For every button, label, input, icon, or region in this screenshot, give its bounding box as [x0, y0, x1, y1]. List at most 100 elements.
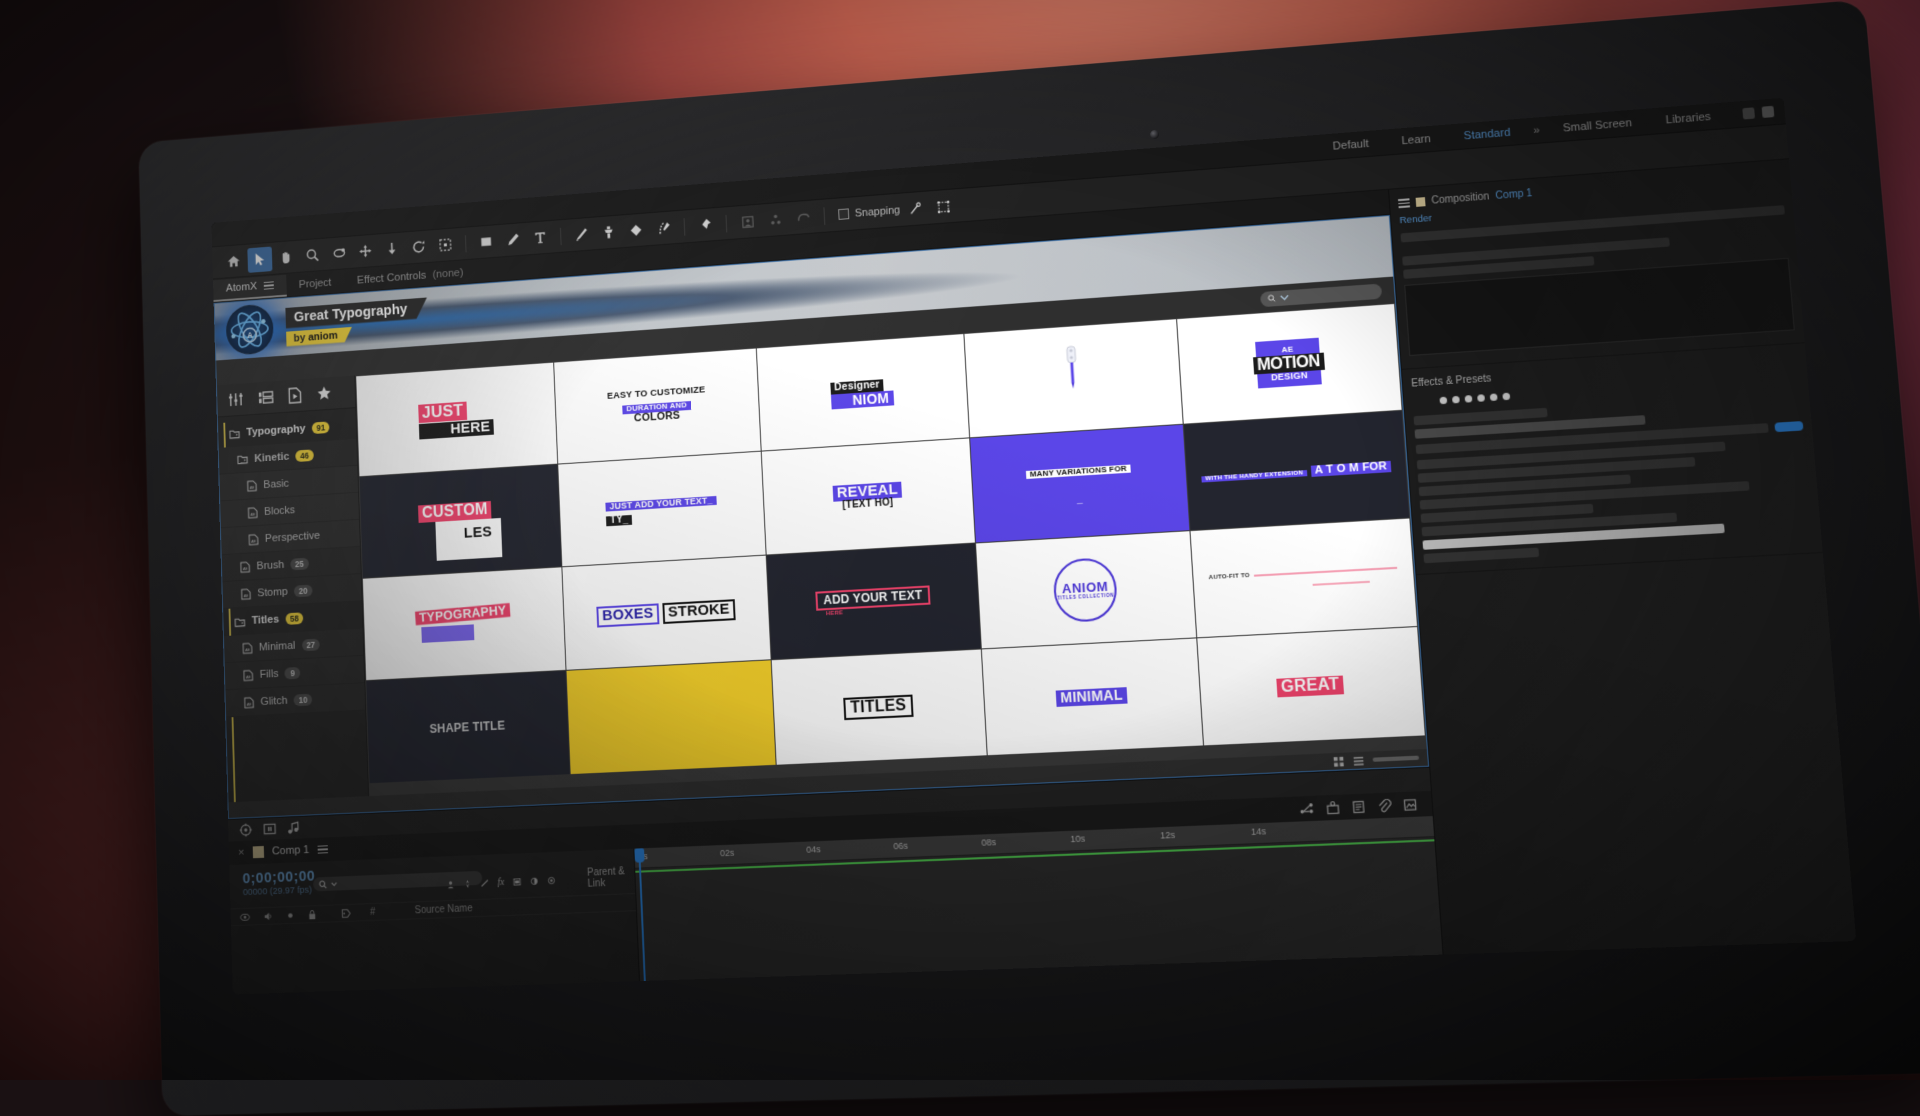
preset-thumb-yellow-block[interactable] [567, 660, 776, 774]
solo-icon[interactable] [286, 910, 295, 919]
workspace-default[interactable]: Default [1316, 136, 1385, 153]
zoom-slider[interactable] [1373, 756, 1420, 762]
fx-icon[interactable]: fx [497, 876, 504, 887]
thumb-line: JUST ADD YOUR TEXT_ [606, 496, 717, 512]
svg-text:AE: AE [243, 567, 248, 571]
timeline-menu-icon[interactable] [318, 845, 328, 854]
preset-thumb-easy-to-customize[interactable]: EASY TO CUSTOMIZE DURATION AND COLORS [554, 349, 761, 464]
preset-thumb-handy-extension[interactable]: WITH THE HANDY EXTENSION A T O M FOR [1184, 411, 1410, 530]
preset-thumb-just-here[interactable]: JUST HERE [356, 363, 557, 477]
toggle-switch[interactable] [1774, 421, 1803, 432]
workspace-standard[interactable]: Standard [1447, 125, 1528, 143]
preset-thumb-shape-title[interactable]: SHAPE TITLE [366, 671, 569, 783]
preset-thumb-auto-fit[interactable]: AUTO-FIT TO [1190, 519, 1417, 638]
workspace-overflow-icon[interactable]: » [1527, 123, 1547, 137]
close-icon[interactable]: × [238, 847, 245, 859]
pen-tool[interactable] [500, 226, 526, 253]
preset-thumb-titles-block[interactable]: TITLES [772, 649, 987, 764]
preset-thumb-many-variations[interactable]: MANY VARIATIONS FOR _ [970, 425, 1189, 543]
hand-tool[interactable] [274, 244, 299, 270]
type-tool[interactable] [527, 224, 553, 251]
panel-menu-icon[interactable] [1398, 199, 1410, 208]
graph-editor-icon[interactable] [1299, 802, 1314, 815]
arrow-down-tool[interactable] [379, 236, 405, 263]
zoom-tool[interactable] [300, 242, 325, 268]
preset-thumb-just-add-your-text[interactable]: JUST ADD YOUR TEXT_ TY_ [558, 452, 765, 567]
preset-thumb-ae-motion-design[interactable]: AE MOTION DESIGN [1177, 304, 1402, 424]
anchor-move-tool[interactable] [353, 238, 379, 265]
preset-thumb-typography[interactable]: TYPOGRAPHY [363, 567, 566, 680]
comp-color-swatch[interactable] [252, 846, 263, 858]
workspace-learn[interactable]: Learn [1385, 131, 1448, 148]
minimize-button[interactable] [1742, 107, 1755, 119]
lock-icon[interactable] [307, 909, 317, 920]
audio-icon[interactable] [287, 821, 299, 835]
motion-sketch-icon[interactable] [239, 823, 252, 837]
list-view-icon[interactable] [1352, 754, 1364, 766]
aniom-badge-circle: ANIOM TITLES COLLECTION [1052, 557, 1118, 623]
motion-blur-icon[interactable] [530, 875, 539, 886]
composition-label: Composition [1431, 191, 1490, 206]
adjustment-layer-icon[interactable] [547, 874, 556, 885]
workspace-libraries[interactable]: Libraries [1648, 109, 1728, 127]
file-play-icon[interactable] [288, 387, 302, 404]
preset-thumb-aniom-badge[interactable]: ANIOM TITLES COLLECTION [976, 531, 1196, 648]
preset-thumb-pen-stroke[interactable] [964, 319, 1182, 437]
clone-stamp-tool[interactable] [595, 219, 622, 246]
paperclip-icon[interactable] [1376, 798, 1392, 812]
atomx-search-input[interactable] [1260, 283, 1382, 307]
frame-blend-icon[interactable] [513, 876, 522, 887]
snapshot-icon[interactable] [1403, 797, 1418, 811]
preview-icon[interactable] [263, 822, 276, 836]
dashed-box-tool[interactable] [432, 232, 458, 259]
collapse-icon[interactable] [463, 878, 472, 889]
grid-view-icon[interactable] [1333, 755, 1345, 767]
audio-icon[interactable] [263, 910, 273, 921]
thumb-line: BOXES [596, 604, 660, 627]
thumb-line: TITLES [843, 695, 914, 720]
sidebar-item-glitch[interactable]: AE Glitch 10 [225, 683, 365, 717]
rotate-tool[interactable] [406, 234, 432, 261]
thumb-line: TITLES COLLECTION [1057, 593, 1114, 601]
preset-thumb-reveal-text[interactable]: REVEAL [TEXT HO] [762, 438, 975, 554]
preset-thumb-add-your-text[interactable]: ADD YOUR TEXT HERE [767, 544, 981, 660]
tab-effect-controls-label: Effect Controls [357, 270, 427, 287]
window-controls[interactable] [1727, 106, 1774, 121]
roto-brush-tool[interactable] [650, 215, 677, 242]
label-icon[interactable] [341, 907, 352, 918]
workspace-small-screen[interactable]: Small Screen [1546, 115, 1650, 135]
maximize-button[interactable] [1762, 106, 1775, 118]
selection-tool[interactable] [247, 246, 272, 272]
thumb-line: TY_ [606, 515, 632, 527]
preset-thumb-designer-niom[interactable]: Designer NIOM [757, 334, 969, 451]
shy-icon[interactable] [446, 878, 455, 889]
thumb-line: A T O M FOR [1310, 460, 1391, 477]
preset-thumb-custom-styles[interactable]: CUSTOM LES [360, 465, 562, 578]
preset-thumb-minimal-block[interactable]: MINIMAL [982, 638, 1203, 755]
eraser-tool[interactable] [623, 217, 650, 244]
library-icon[interactable] [258, 390, 274, 405]
snapping-toggle[interactable]: Snapping [838, 204, 900, 220]
puppet-pin-tool[interactable] [692, 211, 719, 238]
quality-icon[interactable] [480, 877, 489, 888]
atomx-preset-grid: JUST HERE EASY TO CUSTOMIZE DURATION AND… [355, 303, 1427, 796]
transform-box-icon[interactable] [930, 193, 958, 221]
notes-icon[interactable] [1351, 799, 1366, 813]
panel-menu-icon[interactable] [263, 281, 273, 290]
ae-file-icon: AE [242, 642, 252, 654]
preset-thumb-boxes-stroke[interactable]: BOXES STROKE [562, 556, 770, 670]
snap-target-icon[interactable] [901, 195, 929, 222]
tab-project-label: Project [299, 277, 332, 291]
brush-tool[interactable] [568, 221, 594, 248]
sliders-icon[interactable] [228, 391, 244, 408]
preset-thumb-great-block[interactable]: GREAT [1197, 627, 1425, 745]
home-icon[interactable] [221, 248, 246, 274]
composition-icon[interactable] [1325, 800, 1341, 814]
snapping-checkbox[interactable] [838, 208, 849, 220]
rectangle-tool[interactable] [473, 228, 499, 255]
thumb-line: _ [1027, 491, 1133, 508]
comp-tab-label: Comp 1 [272, 844, 310, 857]
rotate-orbit-tool[interactable] [326, 240, 351, 267]
eye-icon[interactable] [240, 912, 250, 921]
star-icon[interactable] [316, 385, 332, 402]
